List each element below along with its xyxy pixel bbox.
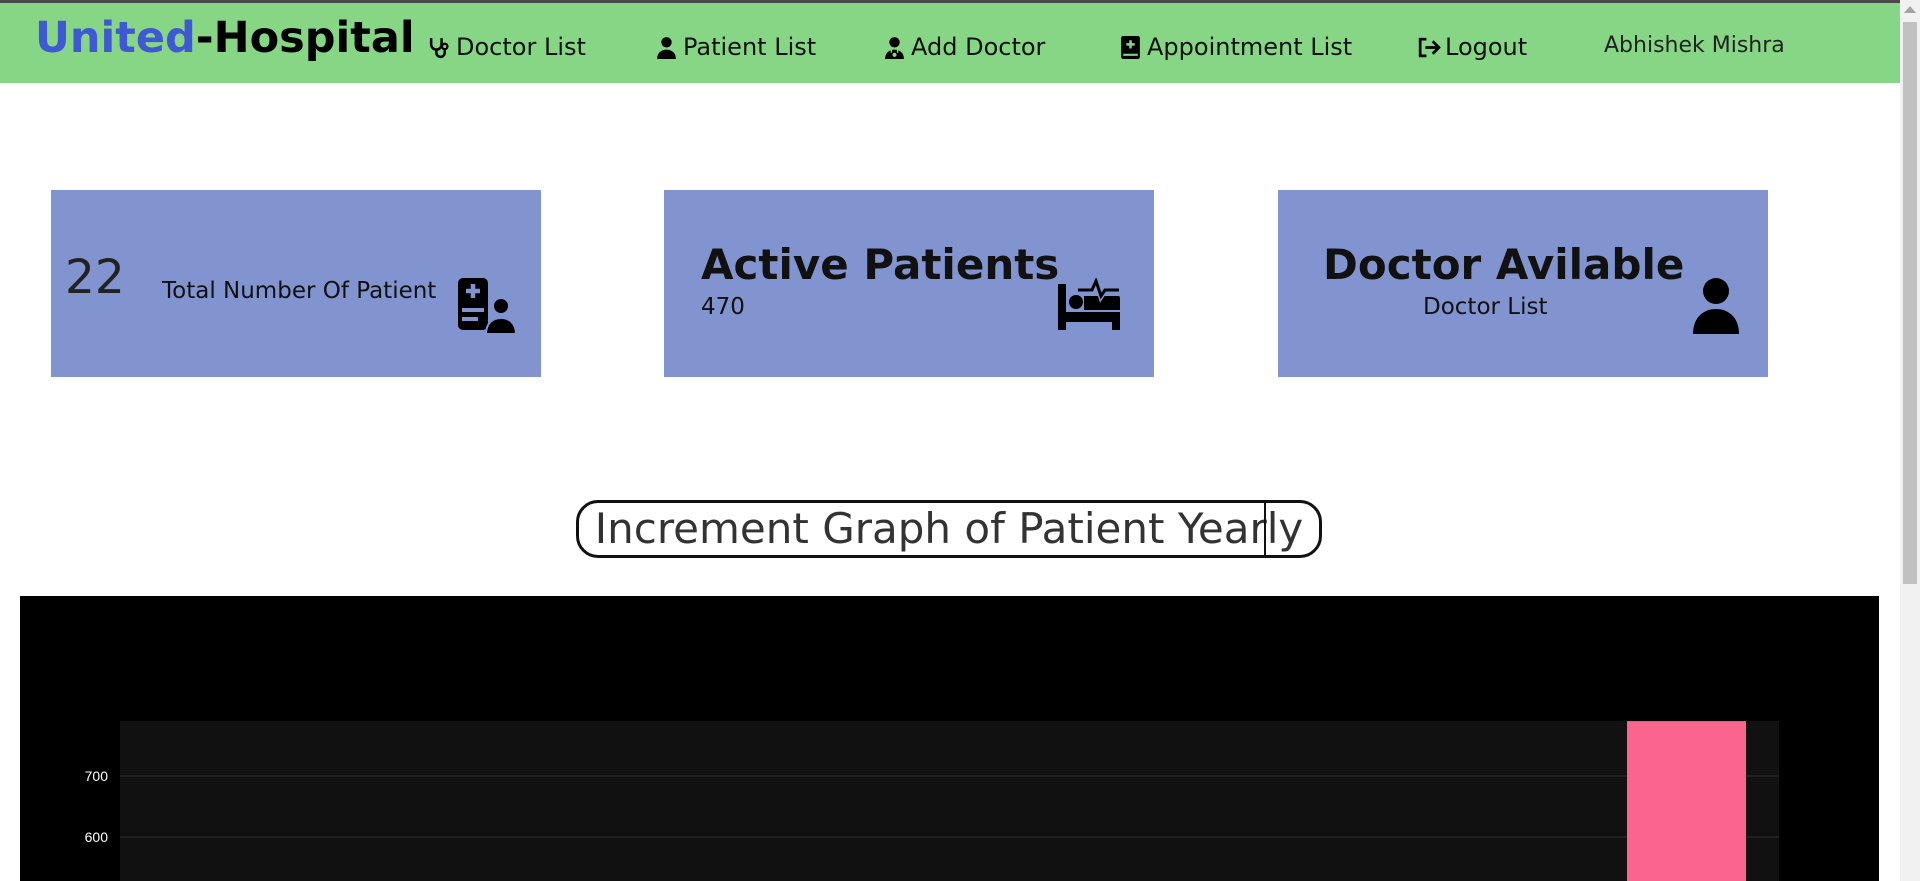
nav-doctor-list[interactable]: Doctor List bbox=[427, 33, 586, 61]
y-tick-label: 600 bbox=[85, 829, 109, 845]
bar[interactable] bbox=[1627, 721, 1746, 881]
brand-logo[interactable]: United-Hospital bbox=[35, 13, 415, 63]
scroll-thumb[interactable] bbox=[1903, 22, 1917, 584]
card-doctor-available: Doctor Avilable Doctor List bbox=[1278, 190, 1768, 377]
stethoscope-icon bbox=[429, 37, 449, 58]
nav-doctor-list-label: Doctor List bbox=[456, 33, 586, 61]
scroll-up-arrow-icon[interactable] bbox=[1904, 6, 1916, 13]
card-active-patients: Active Patients 470 bbox=[664, 190, 1154, 377]
total-patients-label: Total Number Of Patient bbox=[162, 278, 437, 304]
brand-part-2: -Hospital bbox=[195, 13, 415, 63]
nav-logout[interactable]: Logout bbox=[1416, 33, 1527, 61]
plot-area bbox=[120, 721, 1779, 881]
sign-out-icon bbox=[1418, 37, 1441, 57]
nav-appointment-list[interactable]: Appointment List bbox=[1118, 33, 1352, 61]
user-icon bbox=[657, 36, 676, 59]
user-doctor-icon bbox=[885, 36, 904, 59]
active-patients-value: 470 bbox=[701, 294, 745, 320]
hospital-user-icon bbox=[458, 278, 517, 334]
nav-patient-list-label: Patient List bbox=[683, 33, 817, 61]
bed-pulse-icon bbox=[1058, 278, 1120, 330]
text-caret bbox=[1264, 503, 1266, 555]
chart-svg: 600 700 bbox=[85, 721, 1779, 881]
navbar: United-Hospital Doctor List Patient List… bbox=[0, 3, 1900, 83]
nav-logout-label: Logout bbox=[1445, 33, 1528, 61]
brand-part-1: United bbox=[35, 13, 196, 63]
y-tick-label: 700 bbox=[85, 768, 109, 784]
total-patients-value: 22 bbox=[65, 250, 125, 305]
nav-appointment-list-label: Appointment List bbox=[1147, 33, 1353, 61]
active-patients-title: Active Patients bbox=[701, 240, 1060, 289]
user-name[interactable]: Abhishek Mishra bbox=[1604, 33, 1785, 58]
user-icon bbox=[1693, 278, 1739, 334]
graph-title: Increment Graph of Patient Yearly bbox=[576, 500, 1322, 558]
nav-add-doctor-label: Add Doctor bbox=[911, 33, 1046, 61]
nav-add-doctor[interactable]: Add Doctor bbox=[882, 33, 1045, 61]
doctor-available-title: Doctor Avilable bbox=[1323, 240, 1685, 289]
medical-book-icon bbox=[1121, 35, 1140, 59]
vertical-scrollbar[interactable] bbox=[1900, 0, 1920, 881]
nav-patient-list[interactable]: Patient List bbox=[654, 33, 816, 61]
card-total-patients: 22 Total Number Of Patient bbox=[51, 190, 541, 377]
patient-yearly-chart: 600 700 bbox=[20, 596, 1879, 881]
doctor-list-link[interactable]: Doctor List bbox=[1423, 294, 1548, 320]
